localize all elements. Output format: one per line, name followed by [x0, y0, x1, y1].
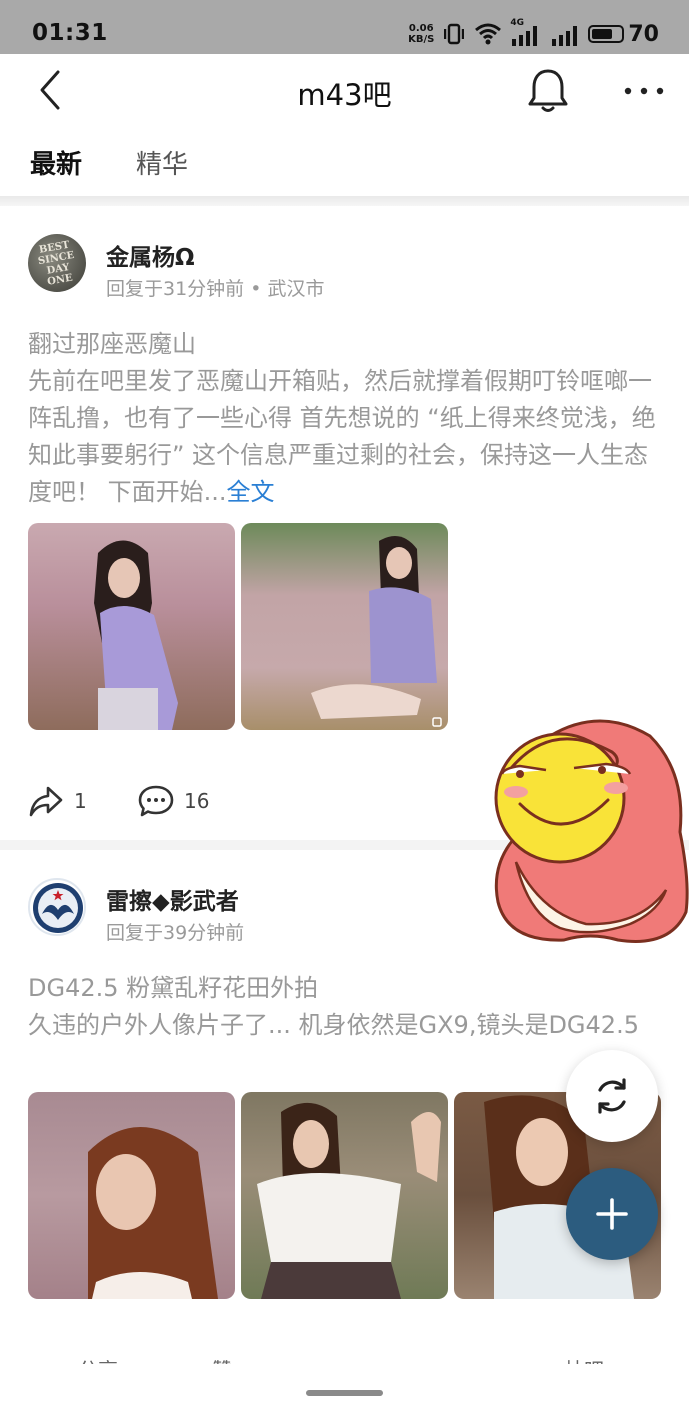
- vibrate-icon: [444, 23, 465, 45]
- post-actions-partial: 分享 赞 帖吧: [0, 1352, 689, 1364]
- page-title: m43吧: [297, 78, 392, 112]
- notification-button[interactable]: [526, 66, 570, 114]
- new-post-button[interactable]: [566, 1168, 658, 1260]
- status-bar: 01:31 0.06 KB/S 4G 70: [0, 0, 689, 54]
- bell-icon: [528, 69, 568, 112]
- more-horizontal-icon: [624, 87, 664, 95]
- emoji-sticker-icon: [494, 719, 689, 943]
- battery-indicator: 70: [588, 22, 659, 47]
- post-author[interactable]: 金属杨Ω: [106, 238, 195, 272]
- tab-featured[interactable]: 精华: [136, 144, 188, 181]
- post-body: 久违的户外人像片子了... 机身依然是GX9,镜头是DG42.5: [28, 1011, 639, 1039]
- home-indicator[interactable]: [306, 1390, 383, 1396]
- status-time: 01:31: [32, 20, 108, 46]
- refresh-button[interactable]: [566, 1050, 658, 1142]
- tab-bar: 最新 精华: [0, 126, 689, 196]
- wifi-icon: [475, 23, 502, 45]
- battery-icon: [588, 25, 625, 43]
- comment-count: 16: [184, 789, 210, 813]
- post-title: 翻过那座恶魔山: [28, 330, 196, 358]
- bottom-share-label[interactable]: 分享: [78, 1354, 118, 1364]
- bottom-like-label[interactable]: 赞: [212, 1354, 232, 1364]
- avatar[interactable]: BEST SINCE DAY ONE: [28, 234, 86, 292]
- plus-icon: [596, 1198, 628, 1230]
- comment-icon: [138, 785, 174, 817]
- share-icon: [29, 786, 63, 817]
- nav-bar: m43吧: [0, 54, 689, 126]
- post-content[interactable]: 翻过那座恶魔山 先前在吧里发了恶魔山开箱贴，然后就撑着假期叮铃哐啷一阵乱撸，也有…: [28, 326, 658, 511]
- cell-signal-4g: 4G: [510, 18, 542, 47]
- post-image[interactable]: [28, 523, 235, 730]
- post-image[interactable]: [241, 523, 448, 730]
- post-author[interactable]: 雷擦◆影武者: [106, 882, 239, 916]
- cell-signal-icon: [552, 26, 578, 46]
- post-meta: 回复于39分钟前: [106, 922, 245, 944]
- avatar[interactable]: [28, 878, 86, 936]
- tab-latest[interactable]: 最新: [30, 144, 82, 181]
- post-meta: 回复于31分钟前 • 武汉市: [106, 278, 325, 300]
- status-icons: 0.06 KB/S 4G 70: [408, 14, 659, 54]
- tab-divider: [0, 196, 689, 206]
- post-title: DG42.5 粉黛乱籽花田外拍: [28, 974, 319, 1002]
- bottom-hint-label[interactable]: 帖吧: [564, 1354, 604, 1364]
- comment-button[interactable]: 16: [138, 784, 209, 818]
- post-content[interactable]: DG42.5 粉黛乱籽花田外拍 久违的户外人像片子了... 机身依然是GX9,镜…: [28, 970, 658, 1044]
- share-count: 1: [74, 789, 87, 813]
- post-image[interactable]: [28, 1092, 235, 1299]
- floating-sticker[interactable]: [490, 712, 689, 952]
- post-body: 先前在吧里发了恶魔山开箱贴，然后就撑着假期叮铃哐啷一阵乱撸，也有了一些心得 首先…: [28, 367, 656, 506]
- full-text-link[interactable]: 全文: [227, 478, 275, 506]
- more-options-button[interactable]: [622, 82, 666, 95]
- share-button[interactable]: 1: [28, 784, 87, 818]
- refresh-icon: [598, 1078, 626, 1114]
- net-speed: 0.06 KB/S: [408, 23, 435, 45]
- post-image[interactable]: [241, 1092, 448, 1299]
